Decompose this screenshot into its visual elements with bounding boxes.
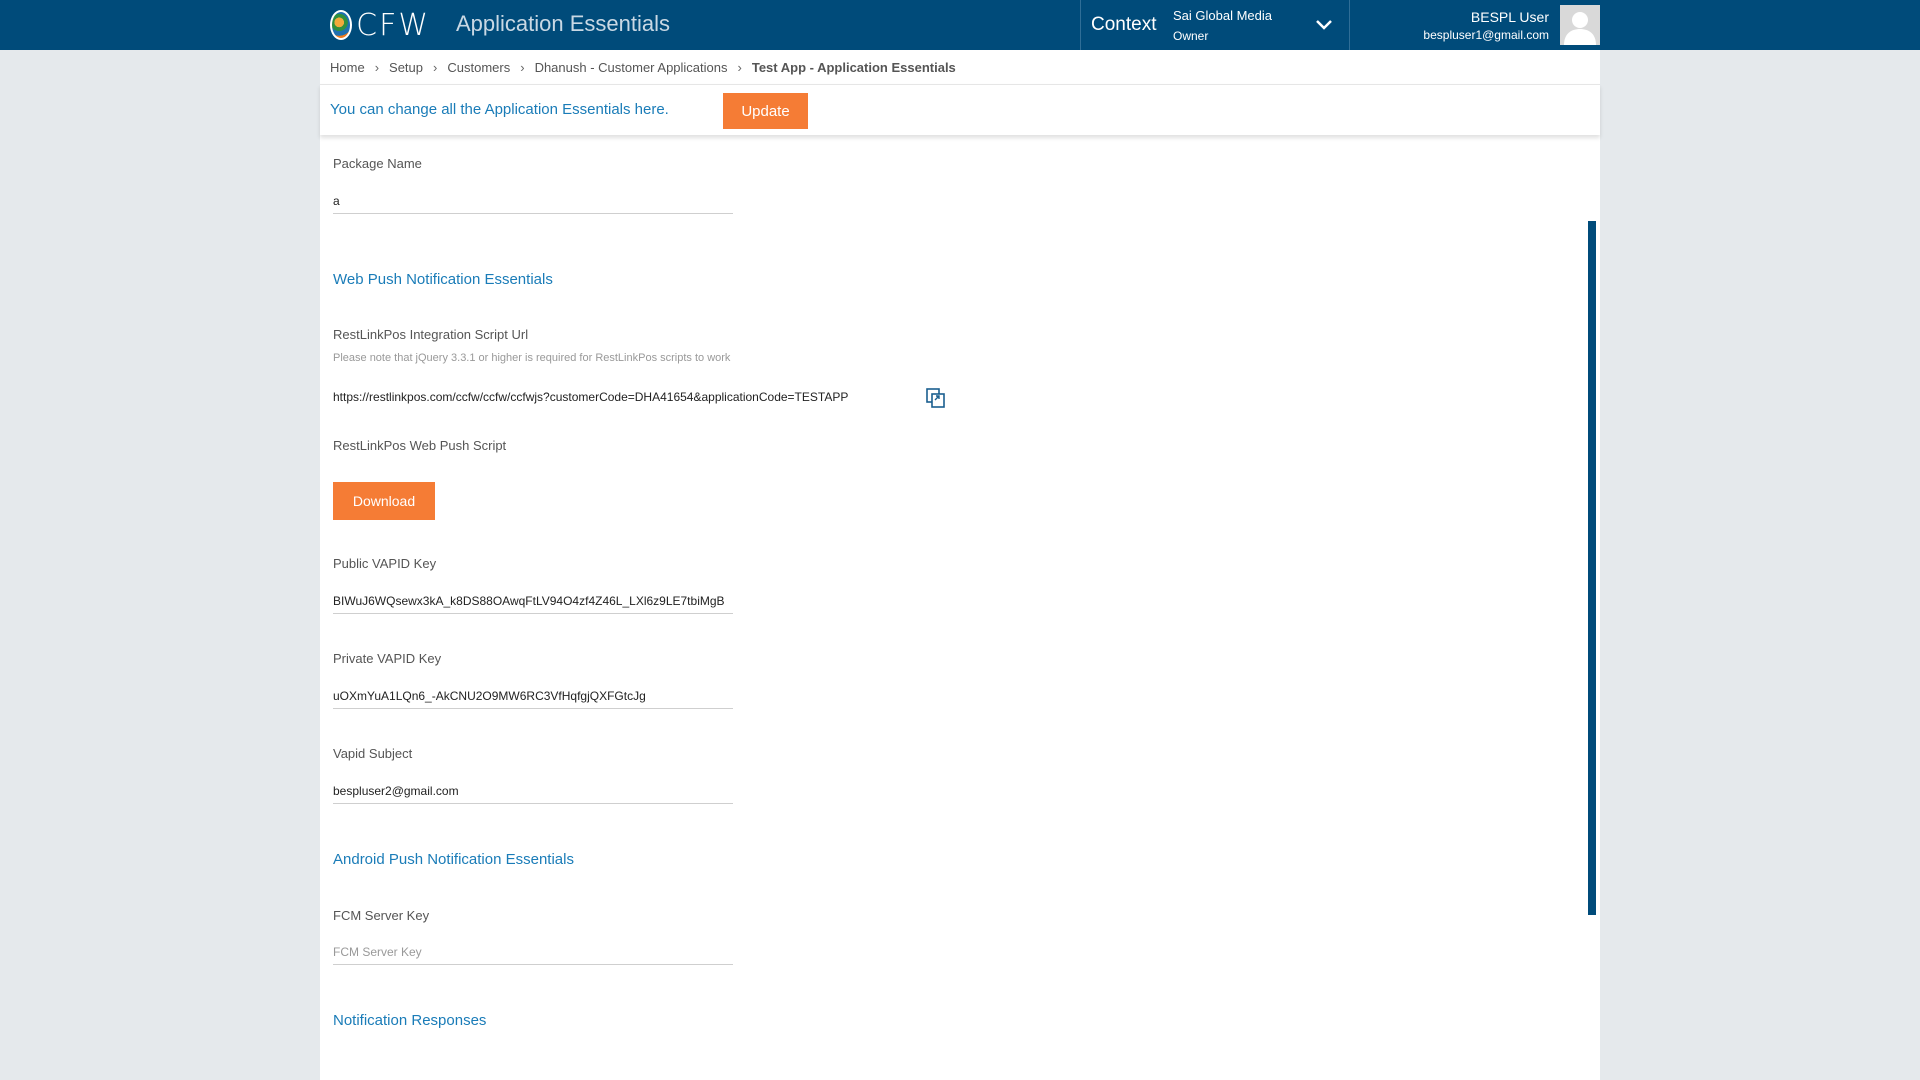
context-org-name: Sai Global Media (1173, 8, 1272, 23)
user-name: BESPL User (1470, 9, 1549, 25)
package-name-label: Package Name (333, 156, 422, 171)
breadcrumb-customer-applications[interactable]: Dhanush - Customer Applications (535, 60, 728, 75)
private-vapid-input[interactable] (333, 683, 733, 709)
script-url-value: https://restlinkpos.com/ccfw/ccfw/ccfwjs… (333, 390, 849, 404)
web-push-section-title: Web Push Notification Essentials (333, 271, 553, 288)
notification-responses-section-title: Notification Responses (333, 1012, 487, 1029)
package-name-input[interactable] (333, 188, 733, 214)
globe-logo-icon (330, 10, 353, 40)
public-vapid-input[interactable] (333, 588, 733, 614)
avatar[interactable] (1560, 5, 1600, 45)
user-avatar-icon (1560, 5, 1600, 45)
breadcrumb-separator-icon: › (737, 59, 742, 75)
breadcrumb-separator-icon: › (374, 59, 380, 75)
main-panel: Home › Setup › Customers › Dhanush - Cus… (320, 50, 1600, 1080)
breadcrumb-home[interactable]: Home (330, 60, 365, 75)
breadcrumb-separator-icon: › (433, 59, 438, 75)
private-vapid-label: Private VAPID Key (333, 651, 442, 666)
app-title: Application Essentials (456, 11, 671, 36)
logo-text: CFW (356, 7, 430, 43)
breadcrumb: Home › Setup › Customers › Dhanush - Cus… (330, 50, 956, 84)
cfw-logo[interactable]: CFW (330, 7, 430, 43)
script-url-note: Please note that jQuery 3.3.1 or higher … (333, 352, 731, 364)
android-push-section-title: Android Push Notification Essentials (333, 851, 574, 868)
breadcrumb-current-page: Test App - Application Essentials (751, 59, 956, 75)
breadcrumb-customers[interactable]: Customers (447, 60, 510, 75)
fcm-server-key-label: FCM Server Key (333, 908, 430, 923)
copy-icon[interactable] (925, 387, 947, 409)
breadcrumb-setup[interactable]: Setup (389, 60, 423, 75)
top-navbar: CFW Application Essentials Context Sai G… (0, 0, 1920, 50)
info-bar: You can change all the Application Essen… (320, 84, 1600, 135)
context-role: Owner (1173, 29, 1209, 43)
download-button[interactable]: Download (333, 482, 435, 520)
context-label: Context (1091, 14, 1157, 35)
context-selector[interactable]: Context Sai Global Media Owner (1080, 0, 1350, 50)
vapid-subject-label: Vapid Subject (333, 746, 413, 761)
user-email: bespluser1@gmail.com (1423, 28, 1549, 42)
web-push-script-label: RestLinkPos Web Push Script (333, 438, 507, 453)
scrollbar[interactable] (1588, 221, 1596, 915)
update-button[interactable]: Update (723, 93, 808, 129)
chevron-down-icon[interactable] (1313, 14, 1335, 36)
vapid-subject-input[interactable] (333, 778, 733, 804)
script-url-label: RestLinkPos Integration Script Url (333, 327, 529, 342)
breadcrumb-separator-icon: › (520, 59, 525, 75)
fcm-server-key-input[interactable] (333, 939, 733, 965)
public-vapid-label: Public VAPID Key (333, 556, 437, 571)
info-message: You can change all the Application Essen… (330, 101, 669, 118)
